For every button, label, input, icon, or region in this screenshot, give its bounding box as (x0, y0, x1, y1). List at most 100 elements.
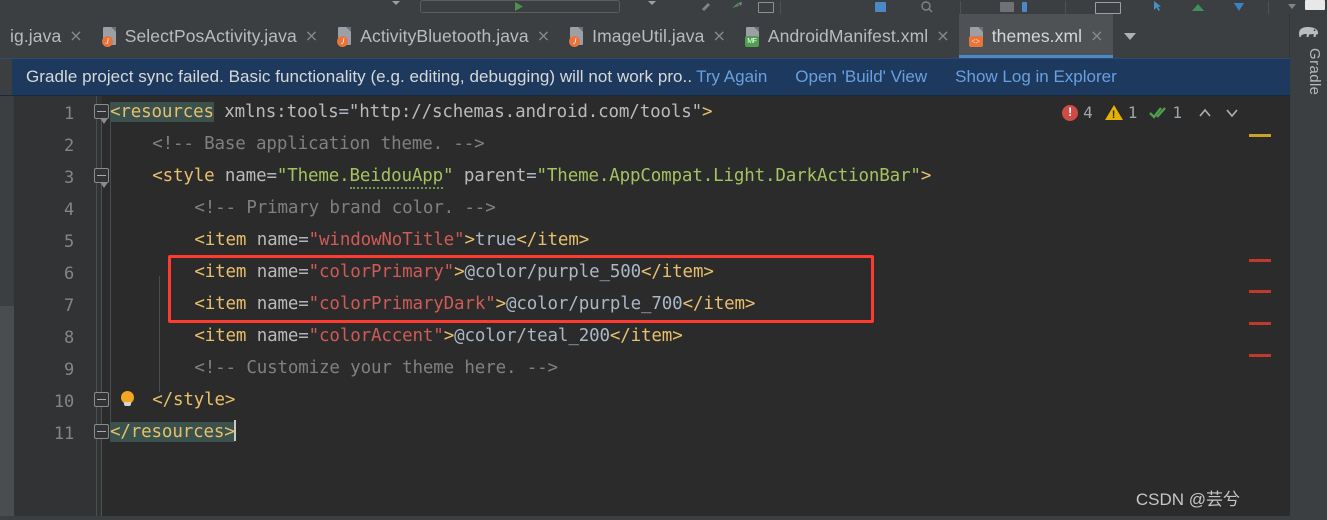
code-token: <item (194, 294, 247, 314)
code-token: name (224, 166, 267, 186)
chevron-up-icon[interactable] (1194, 106, 1216, 120)
banner-link-open-build-view[interactable]: Open 'Build' View (795, 67, 927, 87)
code-token: <resources (110, 102, 214, 122)
editor-tab-activitybluetooth-java[interactable]: J ActivityBluetooth.java × (327, 14, 559, 58)
fold-marker-line-3[interactable] (94, 168, 109, 188)
code-editor[interactable]: 1 2 3 4 5 6 7 8 9 10 11 <resources xmlns:tools="ht… (0, 96, 1290, 520)
close-icon[interactable]: × (305, 28, 318, 44)
code-token: <item (194, 230, 247, 250)
file-type-badge: J (337, 35, 349, 47)
gradle-elephant-icon[interactable] (1298, 24, 1319, 40)
code-token: xmlns:tools (224, 102, 339, 122)
editor-tab-selectposactivity-java[interactable]: J SelectPosActivity.java × (92, 14, 328, 58)
gutter-divider (96, 96, 97, 520)
code-token: "windowNoTitle" (308, 230, 465, 250)
close-icon[interactable]: × (69, 28, 82, 44)
gradle-tool-window-label[interactable]: Gradle (1293, 48, 1323, 95)
code-line[interactable]: <item name="windowNoTitle">true</item> (194, 224, 589, 256)
code-line[interactable]: <!-- Base application theme. --> (152, 128, 485, 160)
profiler-icon[interactable] (1022, 2, 1027, 12)
close-icon[interactable]: × (936, 28, 949, 44)
error-stripe-ruler[interactable] (1243, 96, 1290, 520)
fold-marker-line-10[interactable] (94, 392, 109, 407)
toolbar-chevron-icon[interactable] (392, 1, 400, 5)
code-line[interactable]: </resources> (110, 416, 236, 448)
fold-marker-line-11[interactable] (94, 424, 109, 439)
file-corner-fold (578, 26, 584, 32)
close-icon[interactable]: × (712, 28, 725, 44)
code-text-area[interactable]: <resources xmlns:tools = "http://schemas.a… (110, 96, 1290, 520)
error-stripe-mark[interactable] (1249, 259, 1271, 262)
code-token: "Theme.AppCompat.Light.DarkActionBar" (536, 166, 921, 186)
more-actions-icon[interactable] (1285, 0, 1299, 13)
tabs-list-dropdown[interactable] (1113, 14, 1147, 58)
inspection-ok-icon[interactable] (1149, 105, 1167, 121)
editor-tab-ig-java[interactable]: ig.java × (0, 14, 92, 58)
chevron-down-icon[interactable] (1221, 106, 1243, 120)
editor-tab-themes-xml[interactable]: <> themes.xml × (958, 14, 1113, 58)
warning-triangle-icon[interactable]: ! (1104, 105, 1123, 121)
emulator-icon[interactable] (1190, 0, 1206, 13)
code-line[interactable]: <style name="Theme.BeidouApp" parent="Th… (152, 160, 931, 192)
code-token: = (298, 230, 309, 250)
run-button-icon[interactable] (512, 0, 526, 13)
code-token: </item> (682, 294, 756, 314)
error-stripe-mark[interactable] (1249, 322, 1271, 325)
toolbar-divider-4 (1268, 1, 1269, 14)
code-token: @color/purple_700 (506, 294, 683, 314)
avd-manager-icon[interactable] (758, 2, 774, 13)
code-token: = (266, 166, 277, 186)
close-icon[interactable]: × (1090, 28, 1103, 44)
code-line[interactable]: <!-- Customize your theme here. --> (194, 352, 558, 384)
code-token: "http://schemas.android.com/tools" (348, 102, 703, 122)
error-circle-icon[interactable]: ! (1062, 104, 1079, 121)
code-token: name (256, 294, 299, 314)
editor-bottom-edge (0, 516, 1290, 520)
warning-count: 1 (1127, 103, 1138, 122)
code-token: > (920, 166, 932, 186)
window-maximize-icon[interactable] (1305, 0, 1325, 10)
editor-left-strip-scroll[interactable] (0, 306, 14, 520)
cursor-pointer-icon[interactable] (1150, 0, 1164, 13)
code-line[interactable]: <item name="colorAccent">@color/teal_200… (194, 320, 682, 352)
code-line[interactable]: <item name="colorPrimaryDark">@color/pur… (194, 288, 755, 320)
search-everywhere-icon[interactable] (920, 0, 934, 13)
warning-stripe-mark[interactable] (1249, 134, 1271, 137)
sync-icon[interactable] (730, 0, 744, 13)
chevron-down-icon (1123, 32, 1136, 40)
toolbar-chevron-icon-2[interactable] (648, 1, 656, 5)
banner-link-show-log-in-explorer[interactable]: Show Log in Explorer (955, 67, 1117, 87)
android-studio-window: ig.java × J SelectPosActivity.java × J Activit… (0, 0, 1327, 520)
fold-marker-line-1[interactable] (94, 104, 109, 124)
code-line[interactable]: <resources xmlns:tools="http://schemas.a… (110, 96, 713, 128)
editor-tab-label: SelectPosActivity.java (124, 25, 297, 46)
editor-tab-imageutil-java[interactable]: J ImageUtil.java × (559, 14, 735, 58)
right-tool-window-bar: Gradle (1289, 14, 1327, 520)
error-stripe-mark[interactable] (1249, 354, 1271, 357)
code-line[interactable]: </style> (152, 384, 235, 416)
banner-link-try-again[interactable]: Try Again (696, 67, 767, 87)
code-token: "colorPrimaryDark" (308, 294, 496, 314)
download-icon[interactable] (1232, 0, 1246, 13)
xml-file-icon: <> (968, 26, 985, 47)
code-line[interactable]: <!-- Primary brand color. --> (194, 192, 495, 224)
line-number: 11 (53, 424, 74, 444)
main-toolbar (0, 0, 1327, 15)
editor-tab-androidmanifest-xml[interactable]: MF AndroidManifest.xml × (735, 14, 959, 58)
error-stripe-mark[interactable] (1249, 290, 1271, 293)
editor-tab-bar: ig.java × J SelectPosActivity.java × J Activit… (0, 14, 1290, 58)
device-manager-icon[interactable] (1095, 2, 1121, 14)
code-line[interactable]: <item name="colorPrimary">@color/purple_… (194, 256, 713, 288)
file-corner-fold (346, 26, 352, 32)
sdk-manager-icon[interactable] (875, 2, 886, 12)
build-hammer-icon[interactable] (700, 0, 714, 13)
code-token: = (298, 262, 309, 282)
inspection-widget[interactable]: ! 4 ! 1 1 (1062, 103, 1243, 122)
code-token: <!-- Base application theme. --> (152, 134, 485, 154)
close-icon[interactable]: × (537, 28, 550, 44)
line-number: 2 (63, 136, 74, 156)
banner-message: Gradle project sync failed. Basic functi… (26, 67, 693, 86)
layout-inspector-icon[interactable] (1000, 2, 1014, 12)
